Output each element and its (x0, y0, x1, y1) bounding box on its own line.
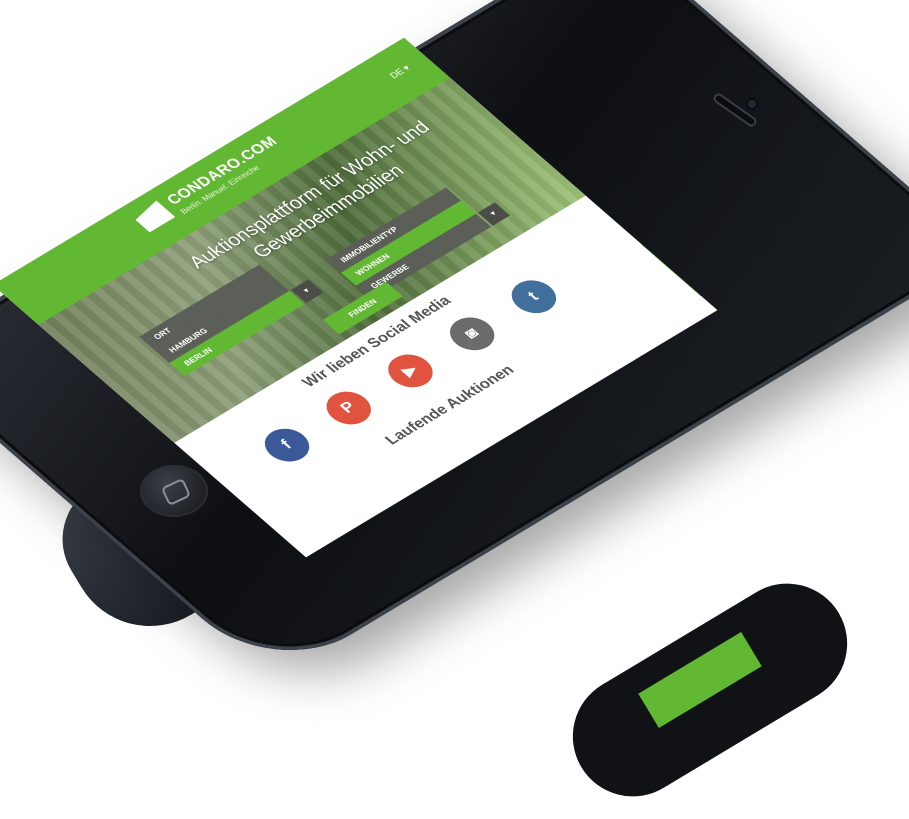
instagram-icon[interactable]: ◙ (440, 310, 504, 357)
logo-icon[interactable] (131, 200, 176, 232)
pinterest-icon[interactable]: P (317, 385, 381, 431)
facebook-icon[interactable]: f (255, 422, 319, 468)
youtube-icon[interactable]: ▶ (379, 348, 442, 394)
home-button-icon[interactable] (140, 465, 208, 517)
tumblr-icon[interactable]: t (502, 273, 566, 320)
language-selector[interactable]: DE ▾ (388, 63, 413, 81)
front-camera (748, 100, 756, 108)
